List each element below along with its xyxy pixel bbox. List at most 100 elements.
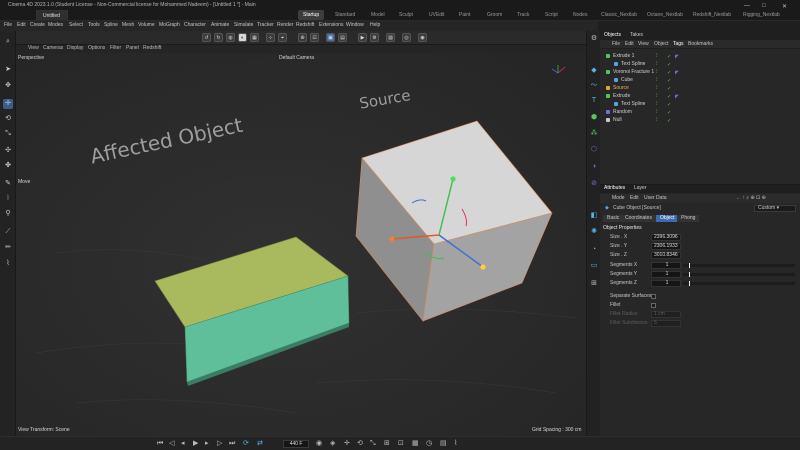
tab-objects[interactable]: Objects (604, 32, 621, 38)
segments-field[interactable]: 1 (651, 262, 681, 269)
spline-pen-icon[interactable]: ✎ (3, 179, 13, 189)
object-mode-icon[interactable]: ◐ (238, 33, 247, 42)
lock-icon[interactable]: ⊡ (310, 33, 319, 42)
vp-menu-panel[interactable]: Panel (126, 45, 139, 51)
camera-object-icon[interactable]: ◧ (589, 211, 599, 221)
prev-key-icon[interactable]: ◁ (169, 440, 174, 448)
live-select-icon[interactable]: ✥ (3, 81, 13, 91)
scale-icon[interactable]: ⤡ (3, 129, 13, 139)
object-name[interactable]: Extrude 1 (613, 52, 634, 60)
close-button[interactable]: ✕ (782, 3, 787, 10)
object-row[interactable]: Cube ⁝ ✓ (600, 76, 800, 84)
menu-volume[interactable]: Volume (138, 22, 155, 28)
axis-mode-icon[interactable]: ⊹ (266, 33, 275, 42)
visibility-dots-icon[interactable]: ⁝ (656, 60, 658, 68)
menu-simulate[interactable]: Simulate (234, 22, 253, 28)
slider-knob[interactable] (688, 281, 690, 286)
layout-classic[interactable]: Classic_Nextlab (596, 10, 642, 20)
range-icon[interactable]: ⇄ (257, 440, 263, 448)
minimize-button[interactable]: — (744, 3, 750, 9)
object-row[interactable]: Voronoi Fracture 1 ⁝ ✓ ◤ (600, 68, 800, 76)
enable-axis-icon[interactable]: ⊕ (298, 33, 307, 42)
redshift-icon[interactable]: ◎ (402, 33, 411, 42)
next-frame-icon[interactable]: ▸ (205, 440, 209, 448)
ipr-icon[interactable]: ◉ (418, 33, 427, 42)
menu-animate[interactable]: Animate (211, 22, 229, 28)
maximize-button[interactable]: □ (762, 3, 766, 9)
obj-menu-view[interactable]: View (638, 41, 649, 47)
knife-icon[interactable]: ⟋ (3, 227, 13, 237)
go-to-start-icon[interactable]: ⏮ (157, 440, 163, 448)
slider-knob[interactable] (688, 263, 690, 268)
size-field[interactable]: 3010.8346 (651, 252, 681, 259)
menu-mesh[interactable]: Mesh (122, 22, 134, 28)
layout-uvedit[interactable]: UVEdit (424, 10, 450, 20)
layout-model[interactable]: Model (366, 10, 390, 20)
layout-groom[interactable]: Groom (482, 10, 507, 20)
segments-slider[interactable] (683, 272, 795, 277)
segments-field[interactable]: 1 (651, 280, 681, 287)
slider-knob[interactable] (688, 272, 690, 277)
keyframe-icon[interactable]: ◈ (330, 440, 335, 448)
render-icon[interactable]: ⊞ (589, 279, 599, 289)
vp-menu-view[interactable]: View (28, 45, 39, 51)
visibility-dots-icon[interactable]: ⁝ (656, 76, 658, 84)
menu-render[interactable]: Render (277, 22, 293, 28)
render-view-icon[interactable]: ▶ (358, 33, 367, 42)
menu-tools[interactable]: Tools (88, 22, 100, 28)
layout-track[interactable]: Track (512, 10, 534, 20)
loop-icon[interactable]: ⟳ (243, 440, 249, 448)
key-param-icon[interactable]: ⊞ (384, 440, 390, 448)
prev-frame-icon[interactable]: ◂ (181, 440, 185, 448)
object-name[interactable]: Source (613, 84, 629, 92)
move-icon[interactable]: ✛ (3, 99, 13, 109)
object-row[interactable]: Text Spline ⁝ ✓ (600, 60, 800, 68)
menu-select[interactable]: Select (69, 22, 83, 28)
cube-primitive-icon[interactable]: ◆ (589, 66, 599, 76)
play-icon[interactable]: ▶ (193, 440, 198, 448)
go-to-end-icon[interactable]: ⏭ (229, 440, 235, 448)
scene-icon[interactable]: ✤ (3, 161, 13, 171)
object-name[interactable]: Cube (621, 76, 633, 84)
obj-menu-tags[interactable]: Tags (673, 41, 684, 47)
obj-menu-bookmarks[interactable]: Bookmarks (688, 41, 713, 47)
snap-settings-icon[interactable]: ⚙ (589, 34, 599, 44)
object-name[interactable]: Voronoi Fracture 1 (613, 68, 654, 76)
viewport-perspective[interactable]: Perspective Default Camera Move View Tra… (16, 53, 586, 436)
object-row[interactable]: Extrude ⁝ ✓ ◤ (600, 92, 800, 100)
object-row[interactable]: Extrude 1 ⁝ ✓ ◤ (600, 52, 800, 60)
effector-icon[interactable]: ⊘ (589, 179, 599, 189)
material-icon[interactable]: ▭ (589, 261, 599, 271)
cloner-icon[interactable]: ⁂ (589, 129, 599, 139)
layout-startup[interactable]: Startup (298, 10, 325, 20)
visibility-dots-icon[interactable]: ⁝ (656, 68, 658, 76)
grid-icon[interactable]: ▤ (338, 33, 347, 42)
spline-icon[interactable]: 〜 (589, 81, 599, 91)
undo-icon[interactable]: ↺ (202, 33, 211, 42)
workplane-icon[interactable]: ▣ (326, 33, 335, 42)
key-rotation-icon[interactable]: ⟲ (357, 440, 363, 448)
obj-menu-object[interactable]: Object (654, 41, 668, 47)
vp-menu-filter[interactable]: Filter (110, 45, 121, 51)
vp-menu-cameras[interactable]: Cameras (43, 45, 63, 51)
size-field[interactable]: 2306.1933 (651, 243, 681, 250)
attr-menu-mode[interactable]: Mode (612, 194, 625, 203)
object-row[interactable]: Null ⁝ ✓ (600, 116, 800, 124)
subtab-coordinates[interactable]: Coordinates (621, 215, 656, 222)
magnet-icon[interactable]: ⦚ (3, 194, 13, 204)
fcurve-icon[interactable]: ⌇ (454, 440, 457, 448)
subtab-object[interactable]: Object (656, 215, 679, 222)
visibility-dots-icon[interactable]: ⁝ (656, 52, 658, 60)
size-field[interactable]: 2396.3096 (651, 234, 681, 241)
menu-help[interactable]: Help (370, 22, 380, 28)
dope-sheet-icon[interactable]: ▤ (440, 440, 447, 448)
document-tab[interactable]: Untitled 1 * (36, 10, 68, 29)
object-name[interactable]: Text Spline (621, 60, 645, 68)
menu-tracker[interactable]: Tracker (257, 22, 274, 28)
tab-attributes[interactable]: Attributes (604, 185, 625, 191)
selection-icon[interactable]: ➤ (3, 65, 13, 75)
menu-mograph[interactable]: MoGraph (159, 22, 180, 28)
segments-field[interactable]: 1 (651, 271, 681, 278)
key-position-icon[interactable]: ✛ (344, 440, 350, 448)
camera-name[interactable]: Default Camera (279, 55, 314, 61)
